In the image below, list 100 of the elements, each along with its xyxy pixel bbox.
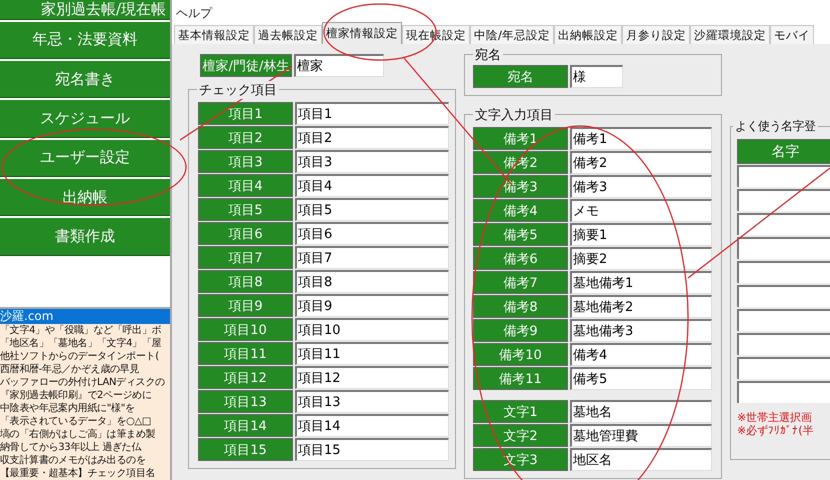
field-label: 文字1 bbox=[473, 400, 568, 423]
input-field[interactable]: 墓地備考1 bbox=[570, 271, 712, 294]
input-field[interactable] bbox=[737, 381, 830, 403]
tab[interactable]: 月参り設定 bbox=[622, 25, 690, 44]
input-field[interactable]: 項目3 bbox=[295, 150, 449, 173]
input-field[interactable]: 地区名 bbox=[570, 448, 712, 471]
help-list-item[interactable]: 中陰表や年忌案内用紙に"様"を bbox=[0, 402, 170, 415]
input-field[interactable]: 項目10 bbox=[295, 318, 449, 341]
help-list-item[interactable]: 「文字4」や「役職」など「呼出」ボ bbox=[0, 324, 170, 337]
input-field[interactable]: 備考5 bbox=[570, 367, 712, 390]
field-label: 備考1 bbox=[473, 127, 568, 150]
help-list-item[interactable]: 納骨してから33年以上 過ぎた仏 bbox=[0, 440, 170, 454]
help-list-item[interactable]: 「地区名」「墓地名」「文字4」「屋 bbox=[0, 336, 170, 350]
field-label: 備考4 bbox=[473, 199, 568, 222]
input-field[interactable]: 備考2 bbox=[570, 151, 712, 174]
field-label: 項目4 bbox=[198, 174, 293, 197]
field-label: 項目12 bbox=[198, 366, 293, 389]
tab[interactable]: モバイ bbox=[770, 25, 814, 44]
input-field[interactable]: 項目9 bbox=[295, 294, 449, 317]
column-header: 名字 bbox=[737, 139, 830, 164]
warning-note: ※世帯主選択画 bbox=[737, 411, 814, 424]
input-field[interactable]: 項目14 bbox=[295, 414, 449, 437]
input-field[interactable]: 項目5 bbox=[295, 198, 449, 221]
tab[interactable]: 出納帳設定 bbox=[554, 25, 622, 44]
input-field[interactable] bbox=[737, 309, 830, 331]
input-field[interactable] bbox=[737, 165, 830, 187]
help-list-item[interactable]: 【最重要・超基本】チェック項目名 bbox=[0, 466, 170, 480]
help-list-header[interactable]: 沙羅.com bbox=[0, 308, 170, 324]
input-field[interactable]: 墓地備考3 bbox=[570, 319, 712, 342]
input-field[interactable] bbox=[737, 213, 830, 235]
field-label: 備考10 bbox=[473, 343, 568, 366]
field-label: 備考5 bbox=[473, 223, 568, 246]
input-field[interactable]: メモ bbox=[570, 199, 712, 222]
help-list-item[interactable]: バッファローの外付けLANディスクの bbox=[0, 376, 170, 389]
tab[interactable]: 基本情報設定 bbox=[174, 25, 254, 44]
input-field[interactable]: 摘要2 bbox=[570, 247, 712, 270]
field-label: 項目14 bbox=[198, 414, 293, 437]
field-label: 項目3 bbox=[198, 150, 293, 173]
field-label: 項目13 bbox=[198, 390, 293, 413]
sidebar-button[interactable]: 年忌・法要資料 bbox=[0, 22, 170, 60]
input-field[interactable]: 墓地名 bbox=[570, 400, 712, 423]
input-field[interactable]: 檀家 bbox=[294, 54, 384, 77]
help-list-item[interactable]: 「表示されているデータ」を○△□ bbox=[0, 414, 170, 428]
sidebar-button[interactable]: スケジュール bbox=[0, 100, 170, 138]
input-field[interactable]: 項目7 bbox=[295, 246, 449, 269]
tab[interactable]: 過去帳設定 bbox=[254, 25, 322, 44]
input-field[interactable]: 項目12 bbox=[295, 366, 449, 389]
input-field[interactable] bbox=[737, 189, 830, 211]
field-label: 備考9 bbox=[473, 319, 568, 342]
warning-note: ※必ずﾌﾘｶﾞﾅ(半 bbox=[737, 424, 815, 437]
sidebar-button[interactable]: 出納帳 bbox=[0, 179, 170, 216]
input-field[interactable]: 備考1 bbox=[570, 127, 712, 150]
field-label: 文字2 bbox=[473, 424, 568, 447]
field-label: 項目8 bbox=[198, 270, 293, 293]
input-field[interactable]: 墓地備考2 bbox=[570, 295, 712, 318]
field-label: 項目9 bbox=[198, 294, 293, 317]
sidebar-button[interactable]: 書類作成 bbox=[0, 218, 170, 256]
input-field[interactable]: 項目6 bbox=[295, 222, 449, 245]
sidebar-button[interactable]: 宛名書き bbox=[0, 61, 170, 98]
input-field[interactable] bbox=[737, 261, 830, 283]
help-list-item[interactable]: 『家別過去帳印刷』で2ページめに bbox=[0, 388, 170, 402]
field-label: 備考7 bbox=[473, 271, 568, 294]
input-field[interactable]: 項目2 bbox=[295, 126, 449, 149]
help-list-item[interactable]: 塙の「右側がはしご高」は筆まめ製 bbox=[0, 428, 170, 441]
input-field[interactable]: 項目13 bbox=[295, 390, 449, 413]
field-label: 項目5 bbox=[198, 198, 293, 221]
tab[interactable]: 中陰/年忌設定 bbox=[470, 25, 554, 44]
input-field[interactable]: 項目8 bbox=[295, 270, 449, 293]
field-label: 備考3 bbox=[473, 175, 568, 198]
input-field[interactable]: 項目15 bbox=[295, 438, 449, 461]
input-field[interactable]: 墓地管理費 bbox=[570, 424, 712, 447]
tab[interactable]: 沙羅環境設定 bbox=[690, 25, 770, 44]
tab[interactable]: 檀家情報設定 bbox=[322, 22, 402, 44]
input-field[interactable]: 項目11 bbox=[295, 342, 449, 365]
field-label: 項目7 bbox=[198, 246, 293, 269]
input-field[interactable]: 項目4 bbox=[295, 174, 449, 197]
field-label: 備考8 bbox=[473, 295, 568, 318]
input-field[interactable]: 備考3 bbox=[570, 175, 712, 198]
group-title: 宛名 bbox=[473, 46, 503, 64]
sidebar-button[interactable]: 家別過去帳/現在帳 bbox=[0, 0, 170, 20]
help-list-item[interactable]: 収支計算書のメモがはみ出るのを bbox=[0, 454, 170, 467]
field-label: 檀家/門徒/林生 bbox=[200, 54, 292, 77]
field-label: 項目15 bbox=[198, 438, 293, 461]
input-field[interactable]: 様 bbox=[570, 65, 623, 88]
help-list-item[interactable]: 他社ソフトからのデータインポート( bbox=[0, 350, 170, 363]
input-field[interactable]: 摘要1 bbox=[570, 223, 712, 246]
input-field[interactable]: 備考4 bbox=[570, 343, 712, 366]
input-field[interactable]: 項目1 bbox=[295, 102, 449, 125]
menu-item[interactable]: ヘルプ bbox=[176, 5, 212, 22]
field-label: 備考11 bbox=[473, 367, 568, 390]
field-label: 項目6 bbox=[198, 222, 293, 245]
input-field[interactable] bbox=[737, 285, 830, 307]
group-title: 文字入力項目 bbox=[473, 106, 555, 124]
field-label: 宛名 bbox=[473, 65, 568, 88]
field-label: 項目2 bbox=[198, 126, 293, 149]
input-field[interactable] bbox=[737, 237, 830, 259]
help-list-item[interactable]: 西暦和暦-年忌／かぞえ歳の早見 bbox=[0, 362, 170, 376]
input-field[interactable] bbox=[737, 333, 830, 355]
input-field[interactable] bbox=[737, 357, 830, 379]
sidebar-button[interactable]: ユーザー設定 bbox=[0, 140, 170, 178]
